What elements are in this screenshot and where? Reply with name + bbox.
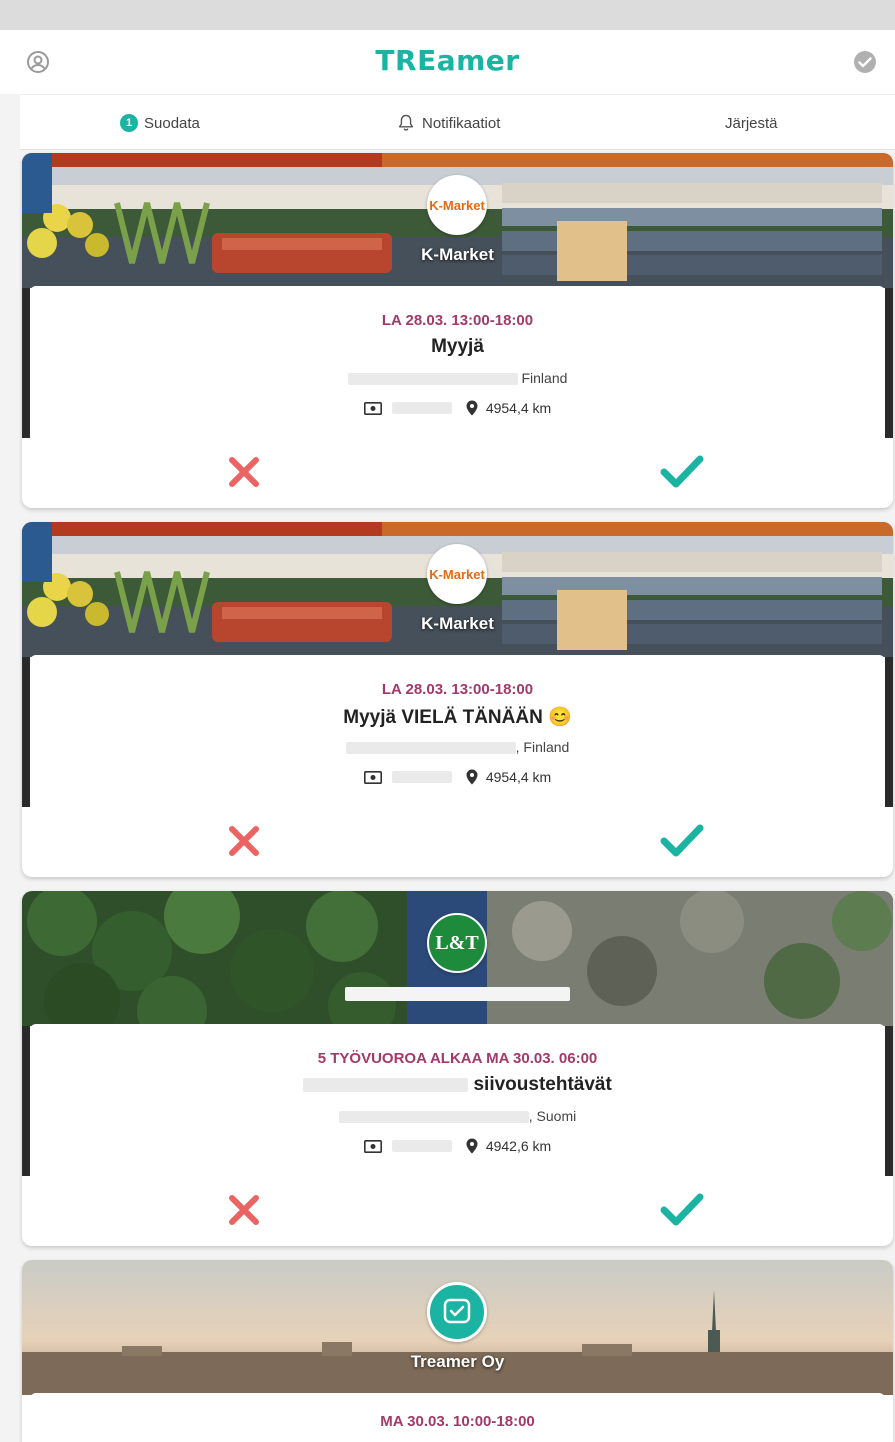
card-body: 5 TYÖVUOROA ALKAA MA 30.03. 06:00 siivou…: [30, 1024, 885, 1246]
company-logo: L&T: [427, 913, 487, 973]
company-name: K-Market: [421, 245, 494, 264]
card-body: MA 30.03. 10:00-18:00: [30, 1393, 885, 1442]
distance-text: 4954,4 km: [485, 400, 552, 416]
treamer-chat-check-icon: [443, 1298, 471, 1324]
sort-button[interactable]: Järjestä: [725, 95, 778, 151]
shift-time: 5 TYÖVUOROA ALKAA MA 30.03. 06:00: [317, 1050, 598, 1067]
location-pin-icon: [466, 1138, 478, 1154]
checkmark-icon: [660, 824, 704, 857]
distance-info: 4954,4 km: [466, 400, 551, 416]
reject-button[interactable]: [226, 823, 262, 859]
distance-text: 4954,4 km: [485, 769, 552, 785]
distance-info: 4954,4 km: [466, 769, 551, 785]
pay-info: [363, 1139, 452, 1153]
checkmark-icon: [660, 1193, 704, 1226]
accept-button[interactable]: [660, 1192, 704, 1228]
notifications-label: Notifikaatiot: [422, 114, 501, 132]
job-card[interactable]: K-Market K-Market LA 28.03. 13:00-18:00 …: [22, 153, 893, 508]
job-meta: 4942,6 km: [30, 1138, 885, 1154]
money-icon: [363, 1139, 382, 1153]
job-meta: 4954,4 km: [30, 769, 885, 785]
close-icon: [229, 826, 259, 856]
checkmark-icon: [660, 455, 704, 488]
company-logo: K-Market: [427, 175, 487, 235]
job-address: , Finland: [30, 739, 885, 755]
distance-info: 4942,6 km: [466, 1138, 551, 1154]
close-icon: [229, 457, 259, 487]
shift-time: LA 28.03. 13:00-18:00: [381, 312, 534, 329]
accept-button[interactable]: [660, 454, 704, 490]
reject-button[interactable]: [226, 454, 262, 490]
location-pin-icon: [466, 400, 478, 416]
job-title: siivoustehtävät: [30, 1074, 885, 1096]
job-card[interactable]: Treamer Oy MA 30.03. 10:00-18:00: [22, 1260, 893, 1442]
reject-button[interactable]: [226, 1192, 262, 1228]
job-meta: 4954,4 km: [30, 400, 885, 416]
pay-info: [363, 770, 452, 784]
job-address: Finland: [30, 370, 885, 386]
pay-info: [363, 401, 452, 415]
close-icon: [229, 1195, 259, 1225]
sort-label: Järjestä: [725, 114, 778, 132]
job-title: Myyjä VIELÄ TÄNÄÄN 😊: [343, 707, 572, 728]
card-body: LA 28.03. 13:00-18:00 Myyjä VIELÄ TÄNÄÄN…: [30, 655, 885, 877]
notifications-button[interactable]: Notifikaatiot: [398, 95, 500, 151]
distance-text: 4942,6 km: [485, 1138, 552, 1154]
shift-time: MA 30.03. 10:00-18:00: [380, 1413, 535, 1430]
bell-icon: [398, 114, 414, 131]
filter-button[interactable]: 1 Suodata: [120, 95, 200, 151]
job-card[interactable]: K-Market K-Market LA 28.03. 13:00-18:00 …: [22, 522, 893, 877]
top-app-bar: TREamer: [0, 30, 895, 94]
job-card[interactable]: L&T 5 TYÖVUOROA ALKAA MA 30.03. 06:00 si…: [22, 891, 893, 1246]
company-logo: K-Market: [427, 544, 487, 604]
company-name: [22, 983, 893, 1003]
company-logo: [427, 1282, 487, 1342]
filter-label: Suodata: [144, 114, 200, 132]
filter-count-badge: 1: [120, 114, 138, 132]
card-body: LA 28.03. 13:00-18:00 Myyjä Finland 4954…: [30, 286, 885, 508]
shift-time: LA 28.03. 13:00-18:00: [381, 681, 534, 698]
company-name: Treamer Oy: [410, 1352, 505, 1371]
company-name: K-Market: [421, 614, 494, 633]
status-bar: [0, 0, 895, 30]
money-icon: [363, 401, 382, 415]
job-address: , Suomi: [30, 1108, 885, 1124]
accept-button[interactable]: [660, 823, 704, 859]
location-pin-icon: [466, 769, 478, 785]
job-title: Myyjä: [431, 336, 484, 357]
money-icon: [363, 770, 382, 784]
check-circle-icon[interactable]: [853, 50, 877, 74]
app-logo: TREamer: [375, 44, 520, 77]
filter-bar: 1 Suodata Notifikaatiot Järjestä: [20, 94, 895, 150]
